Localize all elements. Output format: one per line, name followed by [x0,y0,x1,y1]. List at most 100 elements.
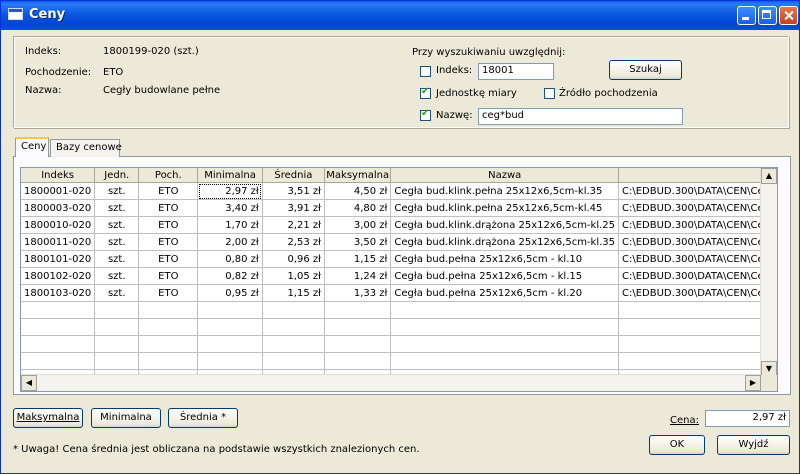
table-cell[interactable]: ETO [138,284,199,302]
table-cell[interactable]: 1,15 zł [324,250,392,268]
max-price-button[interactable]: Maksymalna [13,408,83,428]
column-header[interactable]: Jedn. [94,168,140,183]
minimize-button[interactable] [737,6,756,25]
ok-button[interactable]: OK [649,435,705,455]
table-row[interactable]: 1800001-020 szt. ETO 2,97 zł 3,51 zł 4,50 zł C… [21,182,777,200]
table-cell[interactable]: szt. [94,199,140,217]
min-price-button[interactable]: Minimalna [91,408,161,428]
table-cell[interactable]: C:\EDBUD.300\DATA\CEN\Ce [618,267,777,285]
table-cell[interactable]: 3,50 zł [324,233,392,251]
scroll-left-icon[interactable]: ◀ [21,375,37,391]
table-cell[interactable]: ETO [138,182,199,200]
table-cell[interactable]: ETO [138,250,199,268]
table-cell[interactable]: 1800011-020 [21,233,96,251]
column-header[interactable]: Indeks [21,168,96,183]
empty-cell [197,318,263,336]
table-cell[interactable]: Cegła bud.pełna 25x12x6,5cm - kl.15 [390,267,620,285]
horizontal-scrollbar[interactable]: ◀ ▶ [21,374,761,391]
table-cell[interactable]: C:\EDBUD.300\DATA\CEN\Ce [618,182,777,200]
table-cell[interactable]: 1800101-020 [21,250,96,268]
table-cell[interactable]: C:\EDBUD.300\DATA\CEN\Ce [618,233,777,251]
table-cell[interactable]: Cegła bud.pełna 25x12x6,5cm - kl.10 [390,250,620,268]
price-field[interactable]: 2,97 zł [705,410,790,427]
table-cell[interactable]: 0,82 zł [197,267,263,285]
table-cell[interactable]: Cegła bud.klink.pełna 25x12x6,5cm-kl.35 [390,182,620,200]
empty-cell [138,335,199,353]
table-cell[interactable]: C:\EDBUD.300\DATA\CEN\Ce [618,284,777,302]
table-cell[interactable]: Cegła bud.klink.pełna 25x12x6,5cm-kl.45 [390,199,620,217]
column-header[interactable]: Nazwa [390,168,620,183]
empty-cell [94,352,140,370]
column-header[interactable]: Średnia [262,168,325,183]
table-row[interactable]: 1800011-020 szt. ETO 2,00 zł 2,53 zł 3,50 zł C… [21,233,777,251]
column-header[interactable]: Poch. [138,168,199,183]
scroll-up-icon[interactable]: ▲ [761,168,777,184]
table-cell[interactable]: 2,21 zł [262,216,325,234]
table-cell[interactable]: 0,96 zł [262,250,325,268]
vertical-scrollbar[interactable]: ▲ ▼ [760,168,777,377]
table-row[interactable]: 1800010-020 szt. ETO 1,70 zł 2,21 zł 3,00 zł C… [21,216,777,234]
table-cell[interactable]: 4,80 zł [324,199,392,217]
table-cell[interactable]: C:\EDBUD.300\DATA\CEN\Ce [618,199,777,217]
table-cell[interactable]: ETO [138,267,199,285]
table-row[interactable]: 1800101-020 szt. ETO 0,80 zł 0,96 zł 1,15 zł C… [21,250,777,268]
table-cell[interactable]: szt. [94,250,140,268]
table-cell[interactable]: 1800003-020 [21,199,96,217]
search-button[interactable]: Szukaj [609,60,682,80]
index-checkbox[interactable] [420,66,431,77]
tab-bazy-cenowe[interactable]: Bazy cenowe [50,139,122,157]
table-row[interactable]: 1800103-020 szt. ETO 0,95 zł 1,15 zł 1,33 zł C… [21,284,777,302]
table-cell[interactable]: 0,95 zł [197,284,263,302]
table-cell[interactable]: 1800102-020 [21,267,96,285]
exit-button[interactable]: Wyjdź [717,435,790,455]
index-search-input[interactable]: 18001 [478,63,554,80]
title-bar[interactable]: Ceny [1,1,799,30]
table-cell[interactable]: 0,80 zł [197,250,263,268]
table-cell[interactable]: C:\EDBUD.300\DATA\CEN\Ce [618,216,777,234]
maximize-button[interactable] [758,6,777,25]
table-cell[interactable]: 3,91 zł [262,199,325,217]
table-cell[interactable]: 1,05 zł [262,267,325,285]
table-cell[interactable]: 1,24 zł [324,267,392,285]
table-cell[interactable]: Cegła bud.klink.drążona 25x12x6,5cm-kl.3… [390,233,620,251]
table-cell[interactable]: szt. [94,216,140,234]
table-cell[interactable]: 1800010-020 [21,216,96,234]
source-checkbox[interactable] [544,88,555,99]
table-cell[interactable]: szt. [94,267,140,285]
table-cell[interactable]: 1,70 zł [197,216,263,234]
table-cell[interactable]: 2,97 zł [197,182,263,200]
table-cell[interactable]: ETO [138,233,199,251]
close-button[interactable] [779,6,798,25]
table-cell[interactable]: 1,33 zł [324,284,392,302]
column-header[interactable]: Maksymalna [324,168,392,183]
table-cell[interactable]: ETO [138,216,199,234]
table-cell[interactable]: Cegła bud.klink.drążona 25x12x6,5cm-kl.2… [390,216,620,234]
name-search-input[interactable]: ceg*bud [478,108,683,125]
table-cell[interactable]: 4,50 zł [324,182,392,200]
name-checkbox[interactable] [420,108,431,121]
table-cell[interactable]: 2,00 zł [197,233,263,251]
table-cell[interactable]: 1800001-020 [21,182,96,200]
table-cell[interactable]: 3,00 zł [324,216,392,234]
tab-ceny[interactable]: Ceny [15,137,49,157]
table-row[interactable]: 1800102-020 szt. ETO 0,82 zł 1,05 zł 1,24 zł C… [21,267,777,285]
table-cell[interactable]: 2,53 zł [262,233,325,251]
unit-checkbox[interactable] [420,86,431,99]
avg-price-button[interactable]: Średnia * [168,408,238,428]
column-header[interactable] [618,168,777,183]
table-cell[interactable]: 1800103-020 [21,284,96,302]
table-cell[interactable]: 3,51 zł [262,182,325,200]
table-cell[interactable]: szt. [94,233,140,251]
table-cell[interactable]: 3,40 zł [197,199,263,217]
table-cell[interactable]: Cegła bud.pełna 25x12x6,5cm - kl.20 [390,284,620,302]
table-cell[interactable]: ETO [138,199,199,217]
table-cell[interactable]: C:\EDBUD.300\DATA\CEN\Ce [618,250,777,268]
column-header[interactable]: Minimalna [197,168,263,183]
table-cell[interactable]: szt. [94,182,140,200]
table-row[interactable]: 1800003-020 szt. ETO 3,40 zł 3,91 zł 4,80 zł C… [21,199,777,217]
index-label: Indeks: [25,46,62,57]
table-cell[interactable]: szt. [94,284,140,302]
table-cell[interactable]: 1,15 zł [262,284,325,302]
scroll-right-icon[interactable]: ▶ [745,375,761,391]
empty-row [21,352,777,370]
